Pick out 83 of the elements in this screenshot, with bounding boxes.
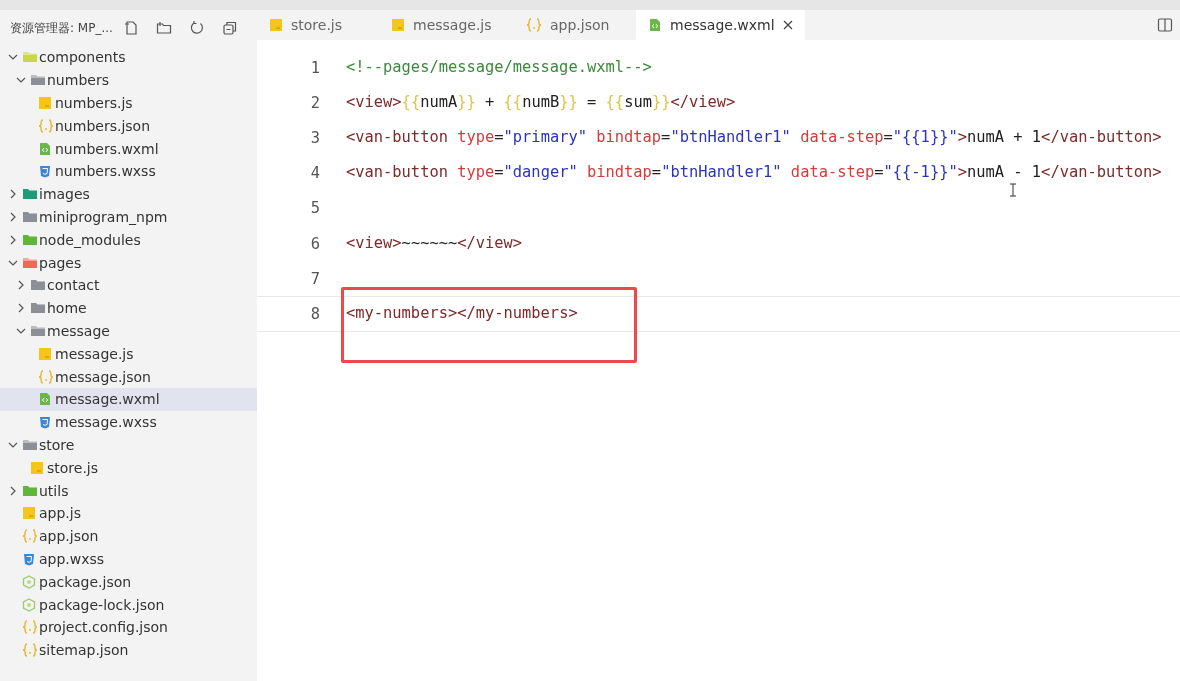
tree-item[interactable]: numbers.wxss — [0, 160, 257, 183]
line-number: 8 — [309, 304, 320, 323]
tree-item[interactable]: store.js — [0, 456, 257, 480]
folder-icon — [22, 483, 38, 498]
code-line: <my-numbers></my-numbers> — [346, 306, 578, 322]
folder-icon — [30, 323, 46, 338]
text-cursor-icon — [1009, 183, 1017, 197]
line-number: 2 — [309, 93, 320, 112]
tree-item[interactable]: miniprogram_npm — [0, 205, 257, 229]
tree-item[interactable]: message — [0, 319, 257, 343]
code-file-icon — [648, 18, 662, 32]
tree-item[interactable]: numbers — [0, 68, 257, 92]
js-file-icon — [38, 346, 52, 361]
css-file-icon — [38, 415, 52, 430]
new-folder-icon[interactable] — [156, 20, 172, 36]
tree-item[interactable]: numbers.json — [0, 114, 257, 138]
tree-item[interactable]: home — [0, 296, 257, 320]
tree-item[interactable]: app.json — [0, 524, 257, 548]
collapse-icon[interactable] — [222, 20, 238, 36]
folder-icon — [22, 187, 38, 202]
folder-icon — [30, 278, 46, 293]
close-icon[interactable] — [782, 20, 793, 30]
tree-item[interactable]: message.wxss — [0, 410, 257, 434]
tree-item[interactable]: package.json — [0, 570, 257, 594]
hexagon-icon — [22, 574, 36, 589]
braces-icon — [38, 369, 54, 384]
js-file-icon — [38, 96, 52, 110]
tree-item[interactable]: images — [0, 182, 257, 206]
hexagon-icon — [22, 597, 36, 612]
editor-tab[interactable]: store.js — [257, 10, 379, 40]
editor-tab[interactable]: message.js — [379, 10, 514, 40]
tree-item[interactable]: package-lock.json — [0, 593, 257, 616]
code-line: <view>~~~~~~</view> — [346, 235, 523, 252]
css-file-icon — [38, 164, 52, 179]
tree-item[interactable]: pages — [0, 251, 257, 274]
code-line: <view>{{numA}} + {{numB}} = {{sum}}</view> — [346, 95, 736, 111]
line-number: 5 — [309, 199, 320, 218]
tree-item[interactable]: sitemap.json — [0, 638, 257, 662]
js-file-icon — [22, 506, 36, 521]
js-file-icon — [30, 460, 44, 475]
braces-icon — [38, 118, 54, 133]
js-file-icon — [269, 18, 283, 32]
braces-icon — [526, 18, 542, 32]
folder-icon — [22, 50, 38, 65]
tree-item[interactable]: numbers.wxml — [0, 137, 257, 160]
folder-icon — [22, 255, 38, 270]
tree-item[interactable]: message.js — [0, 342, 257, 366]
tree-item[interactable]: message.json — [0, 365, 257, 388]
folder-icon — [22, 209, 38, 224]
tree-item[interactable]: node_modules — [0, 228, 257, 252]
line-number: 3 — [309, 128, 320, 147]
code-file-icon — [38, 392, 52, 407]
refresh-icon[interactable] — [189, 20, 205, 36]
line-number: 7 — [309, 269, 320, 288]
code-line: <van-button type="danger" bindtap="btnHandler1" data-step="{{-1}}">numA - 1</van-button> — [346, 165, 1162, 181]
tree-item[interactable]: project.config.json — [0, 615, 257, 639]
braces-icon — [22, 620, 38, 635]
editor-tab[interactable]: app.json — [514, 10, 636, 40]
braces-icon — [22, 529, 38, 544]
tree-item[interactable]: contact — [0, 273, 257, 297]
tree-item[interactable]: utils — [0, 479, 257, 502]
code-line: <van-button type="primary" bindtap="btnHandler1" data-step="{{1}}">numA + 1</van-button> — [346, 130, 1162, 146]
folder-icon — [30, 301, 46, 316]
code-file-icon — [38, 141, 52, 156]
line-number: 1 — [309, 58, 320, 77]
code-line: <!--pages/message/message.wxml--> — [346, 59, 652, 76]
tree-item[interactable]: store — [0, 433, 257, 457]
tree-item[interactable]: app.wxss — [0, 547, 257, 571]
new-file-icon[interactable] — [123, 20, 139, 36]
css-file-icon — [22, 551, 36, 566]
split-editor-icon[interactable] — [1157, 17, 1173, 33]
tree-item[interactable]: message.wxml — [0, 387, 257, 411]
line-number: 4 — [309, 164, 320, 183]
editor-tab[interactable]: message.wxml — [636, 10, 805, 40]
folder-icon — [22, 437, 38, 452]
tree-item[interactable]: numbers.js — [0, 91, 257, 115]
js-file-icon — [391, 18, 405, 32]
tree-item[interactable]: components — [0, 46, 257, 69]
folder-icon — [22, 232, 38, 247]
tree-item[interactable]: app.js — [0, 501, 257, 525]
braces-icon — [22, 643, 38, 658]
folder-icon — [30, 73, 46, 88]
line-number: 6 — [309, 234, 320, 253]
